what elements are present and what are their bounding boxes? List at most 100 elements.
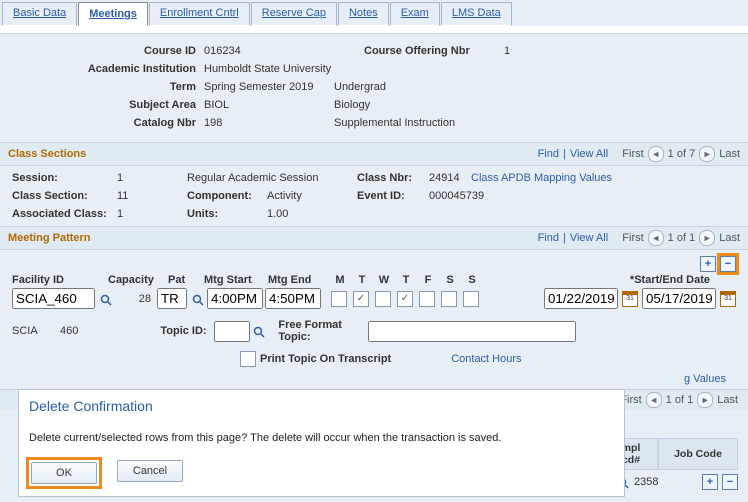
tab-reserve-cap[interactable]: Reserve Cap (251, 2, 337, 26)
day-t-checkbox[interactable] (353, 291, 369, 307)
nav-first-label: First (622, 148, 643, 160)
room-building: SCIA (12, 325, 60, 337)
print-topic-label: Print Topic On Transcript (260, 353, 391, 365)
mp-view-all-link[interactable]: View All (570, 232, 608, 244)
meeting-pattern-content: + − Facility ID Capacity Pat Mtg Start M… (0, 250, 748, 389)
start-date-calendar-icon[interactable] (622, 291, 638, 307)
mp-prev-button[interactable]: ◄ (648, 230, 664, 246)
day-t-label: T (354, 274, 370, 286)
day-f-label: F (420, 274, 436, 286)
cancel-button[interactable]: Cancel (117, 460, 183, 482)
institution-value: Humboldt State University (204, 60, 331, 78)
institution-label: Academic Institution (16, 60, 204, 78)
dialog-body-text: Delete current/selected rows from this p… (19, 422, 624, 454)
offering-nbr-value: 1 (504, 42, 510, 60)
nav-counter: 1 of 7 (668, 148, 696, 160)
catalog-desc: Supplemental Instruction (334, 114, 455, 132)
course-id-value: 016234 (204, 42, 364, 60)
print-topic-checkbox[interactable] (240, 351, 256, 367)
add-row-button[interactable]: + (700, 256, 716, 272)
day-w-label: W (376, 274, 392, 286)
subject-desc: Biology (334, 96, 370, 114)
mtg-end-input[interactable] (265, 288, 321, 309)
pat-lookup-icon[interactable] (191, 293, 205, 307)
prev-page-button[interactable]: ◄ (648, 146, 664, 162)
tab-basic-data[interactable]: Basic Data (2, 2, 77, 26)
free-format-input[interactable] (368, 321, 576, 342)
subject-label: Subject Area (16, 96, 204, 114)
assoc-class-label: Associated Class: (12, 208, 117, 220)
topic-id-input[interactable] (214, 321, 250, 342)
class-sections-bar: Class Sections Find | View All First ◄ 1… (0, 142, 748, 166)
session-value: 1 (117, 172, 187, 184)
session-label: Session: (12, 172, 117, 184)
meeting-pattern-bar: Meeting Pattern Find | View All First ◄ … (0, 226, 748, 250)
day-f-checkbox[interactable] (419, 291, 435, 307)
pat-input[interactable] (157, 288, 187, 309)
tab-enrollment-cntrl[interactable]: Enrollment Cntrl (149, 2, 250, 26)
instr-next-button[interactable]: ► (697, 392, 713, 408)
tab-bar: Basic Data Meetings Enrollment Cntrl Res… (0, 0, 748, 27)
course-id-label: Course ID (16, 42, 204, 60)
dialog-title: Delete Confirmation (19, 390, 624, 422)
find-link[interactable]: Find (538, 148, 559, 160)
mtg-start-input[interactable] (207, 288, 263, 309)
class-apdb-link[interactable]: Class APDB Mapping Values (471, 172, 612, 184)
day-s1-checkbox[interactable] (441, 291, 457, 307)
units-value: 1.00 (267, 208, 288, 220)
facility-lookup-icon[interactable] (99, 293, 113, 307)
day-m-checkbox[interactable] (331, 291, 347, 307)
facility-id-input[interactable] (12, 288, 95, 309)
end-date-input[interactable] (642, 288, 716, 309)
free-format-label: Free Format Topic: (278, 319, 368, 343)
next-page-button[interactable]: ► (699, 146, 715, 162)
meeting-pattern-nav: Find | View All First ◄ 1 of 1 ► Last (538, 230, 740, 246)
class-nbr-value: 24914 (429, 172, 471, 184)
day-s2-checkbox[interactable] (463, 291, 479, 307)
job-code-header: Job Code (658, 438, 738, 470)
component-value: Activity (267, 190, 357, 202)
instr-prev-button[interactable]: ◄ (646, 392, 662, 408)
instr-delete-row-button[interactable]: − (722, 474, 738, 490)
start-date-input[interactable] (544, 288, 618, 309)
mp-find-link[interactable]: Find (538, 232, 559, 244)
class-sections-title: Class Sections (8, 148, 86, 160)
contact-hours-link[interactable]: Contact Hours (451, 353, 521, 365)
topic-lookup-icon[interactable] (252, 325, 266, 339)
tab-lms-data[interactable]: LMS Data (441, 2, 512, 26)
instr-counter: 1 of 1 (666, 394, 694, 406)
units-label: Units: (187, 208, 267, 220)
event-id-label: Event ID: (357, 190, 429, 202)
day-th-checkbox[interactable] (397, 291, 413, 307)
room-number: 460 (60, 325, 78, 337)
meeting-apdb-values-link[interactable]: g Values (684, 373, 726, 385)
nav-sep: | (563, 148, 566, 160)
event-id-value: 000045739 (429, 190, 484, 202)
catalog-label: Catalog Nbr (16, 114, 204, 132)
mp-next-button[interactable]: ► (699, 230, 715, 246)
end-date-calendar-icon[interactable] (720, 291, 736, 307)
tab-notes[interactable]: Notes (338, 2, 389, 26)
view-all-link[interactable]: View All (570, 148, 608, 160)
day-w-checkbox[interactable] (375, 291, 391, 307)
start-end-date-label: *Start/End Date (630, 274, 710, 286)
instr-add-row-button[interactable]: + (702, 474, 718, 490)
delete-row-button[interactable]: − (720, 256, 736, 272)
session-desc: Regular Academic Session (187, 172, 357, 184)
tab-exam[interactable]: Exam (390, 2, 440, 26)
ok-button[interactable]: OK (31, 462, 97, 484)
class-section-label: Class Section: (12, 190, 117, 202)
component-label: Component: (187, 190, 267, 202)
delete-confirmation-dialog: Delete Confirmation Delete current/selec… (18, 389, 625, 497)
day-th-label: T (398, 274, 414, 286)
assoc-class-value: 1 (117, 208, 187, 220)
topic-id-label: Topic ID: (160, 325, 214, 337)
tab-meetings[interactable]: Meetings (78, 2, 148, 26)
term-label: Term (16, 78, 204, 96)
class-sections-content: Session: 1 Regular Academic Session Clas… (0, 166, 748, 226)
mp-counter: 1 of 1 (668, 232, 696, 244)
day-s1-label: S (442, 274, 458, 286)
class-nbr-label: Class Nbr: (357, 172, 429, 184)
ok-highlight: OK (29, 460, 99, 486)
career-value: Undergrad (334, 78, 386, 96)
